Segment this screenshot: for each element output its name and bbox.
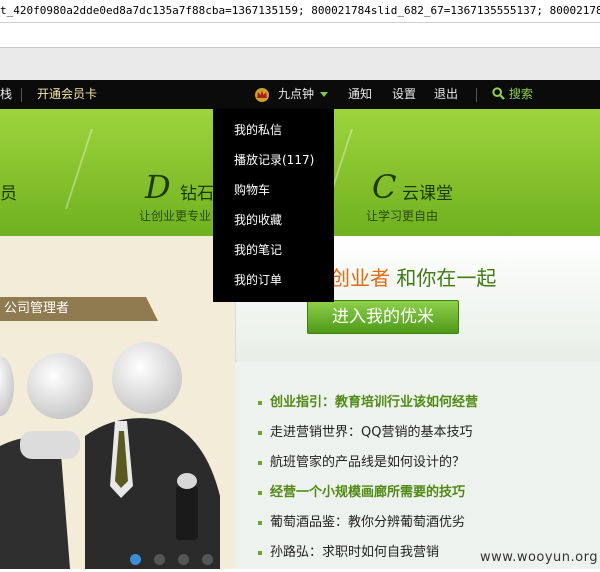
article-title: 航班管家的产品线是如何设计的？ <box>270 455 466 470</box>
banner-cut-title[interactable]: 员 <box>0 179 17 204</box>
carousel-dot-3[interactable] <box>178 554 189 565</box>
search-label: 搜索 <box>508 87 533 101</box>
address-bar[interactable]: t_420f0980a2dde0ed8a7dc135a7f88cba=13671… <box>0 0 600 23</box>
menu-item-notes[interactable]: 我的笔记 <box>234 241 282 258</box>
search-icon <box>492 87 505 100</box>
diamond-letter: D <box>145 168 171 206</box>
article-list: 创业指引：教育培训行业该如何经营 走进营销世界：QQ营销的基本技巧 航班管家的产… <box>258 392 598 572</box>
user-menu[interactable]: 九点钟 <box>278 80 329 109</box>
article-title: 孙路弘：求职时如何自我营销 <box>270 545 440 560</box>
bullet-icon <box>258 400 262 405</box>
chevron-down-icon <box>320 92 329 97</box>
bullet-icon <box>258 550 262 555</box>
logout-link[interactable]: 退出 <box>434 80 458 109</box>
list-item[interactable]: 葡萄酒品鉴：教你分辨葡萄酒优劣 <box>258 512 598 542</box>
menu-item-history[interactable]: 播放记录(117) <box>234 151 314 168</box>
carousel-dot-1[interactable] <box>130 554 141 565</box>
banner-divider <box>65 129 93 209</box>
menu-item-favorites[interactable]: 我的收藏 <box>234 211 282 228</box>
bullet-icon <box>258 490 262 495</box>
top-nav: 栈 开通会员卡 九点钟 通知 设置 退出 搜索 <box>0 80 600 109</box>
list-item[interactable]: 经营一个小规模画廊所需要的技巧 <box>258 482 598 512</box>
user-dropdown-menu: 我的私信 播放记录(117) 购物车 我的收藏 我的笔记 我的订单 <box>213 109 334 302</box>
article-title: 葡萄酒品鉴：教你分辨葡萄酒优劣 <box>270 515 466 530</box>
enter-my-youmi-button[interactable]: 进入我的优米 <box>307 300 459 334</box>
list-item[interactable]: 航班管家的产品线是如何设计的？ <box>258 452 598 482</box>
slogan: 创业者 和你在一起 <box>330 262 496 291</box>
username: 九点钟 <box>278 87 315 101</box>
bullet-icon <box>258 430 262 435</box>
list-item[interactable]: 走进营销世界：QQ营销的基本技巧 <box>258 422 598 452</box>
cloud-letter: C <box>372 168 397 206</box>
page-gap <box>0 23 600 47</box>
menu-item-orders[interactable]: 我的订单 <box>234 271 282 288</box>
slogan-rest: 和你在一起 <box>390 266 497 290</box>
article-title: 创业指引：教育培训行业该如何经营 <box>270 395 479 410</box>
settings-link[interactable]: 设置 <box>392 80 416 109</box>
article-title: 走进营销世界：QQ营销的基本技巧 <box>270 425 473 440</box>
menu-item-cart[interactable]: 购物车 <box>234 181 270 198</box>
watermark: www.wooyun.org <box>479 550 598 565</box>
cloud-class-title[interactable]: 云课堂 <box>402 179 453 204</box>
cloud-class-subtitle: 让学习更自由 <box>366 209 439 223</box>
vip-card-link[interactable]: 开通会员卡 <box>37 80 97 109</box>
bullet-icon <box>258 460 262 465</box>
nav-cut-text[interactable]: 栈 <box>0 80 12 109</box>
diamond-subtitle: 让创业更专业 <box>139 209 212 223</box>
slogan-highlight: 创业者 <box>330 266 390 290</box>
page-header-strip <box>0 47 600 81</box>
carousel-dot-2[interactable] <box>154 554 165 565</box>
crown-icon <box>255 88 269 102</box>
url-text: t_420f0980a2dde0ed8a7dc135a7f88cba=13671… <box>0 4 600 17</box>
carousel-dots <box>130 550 226 569</box>
notifications-link[interactable]: 通知 <box>348 80 372 109</box>
list-item[interactable]: 创业指引：教育培训行业该如何经营 <box>258 392 598 422</box>
bullet-icon <box>258 520 262 525</box>
carousel-dot-4[interactable] <box>202 554 213 565</box>
diamond-title[interactable]: 钻石 <box>180 179 214 204</box>
nav-divider <box>476 88 477 102</box>
promo-photo[interactable] <box>0 236 235 569</box>
article-title: 经营一个小规模画廊所需要的技巧 <box>270 485 466 500</box>
menu-item-messages[interactable]: 我的私信 <box>234 121 282 138</box>
role-tag: 公司管理者 <box>4 301 70 316</box>
business-figures-image <box>0 236 235 569</box>
search-link[interactable]: 搜索 <box>492 80 533 109</box>
nav-divider <box>21 88 22 102</box>
